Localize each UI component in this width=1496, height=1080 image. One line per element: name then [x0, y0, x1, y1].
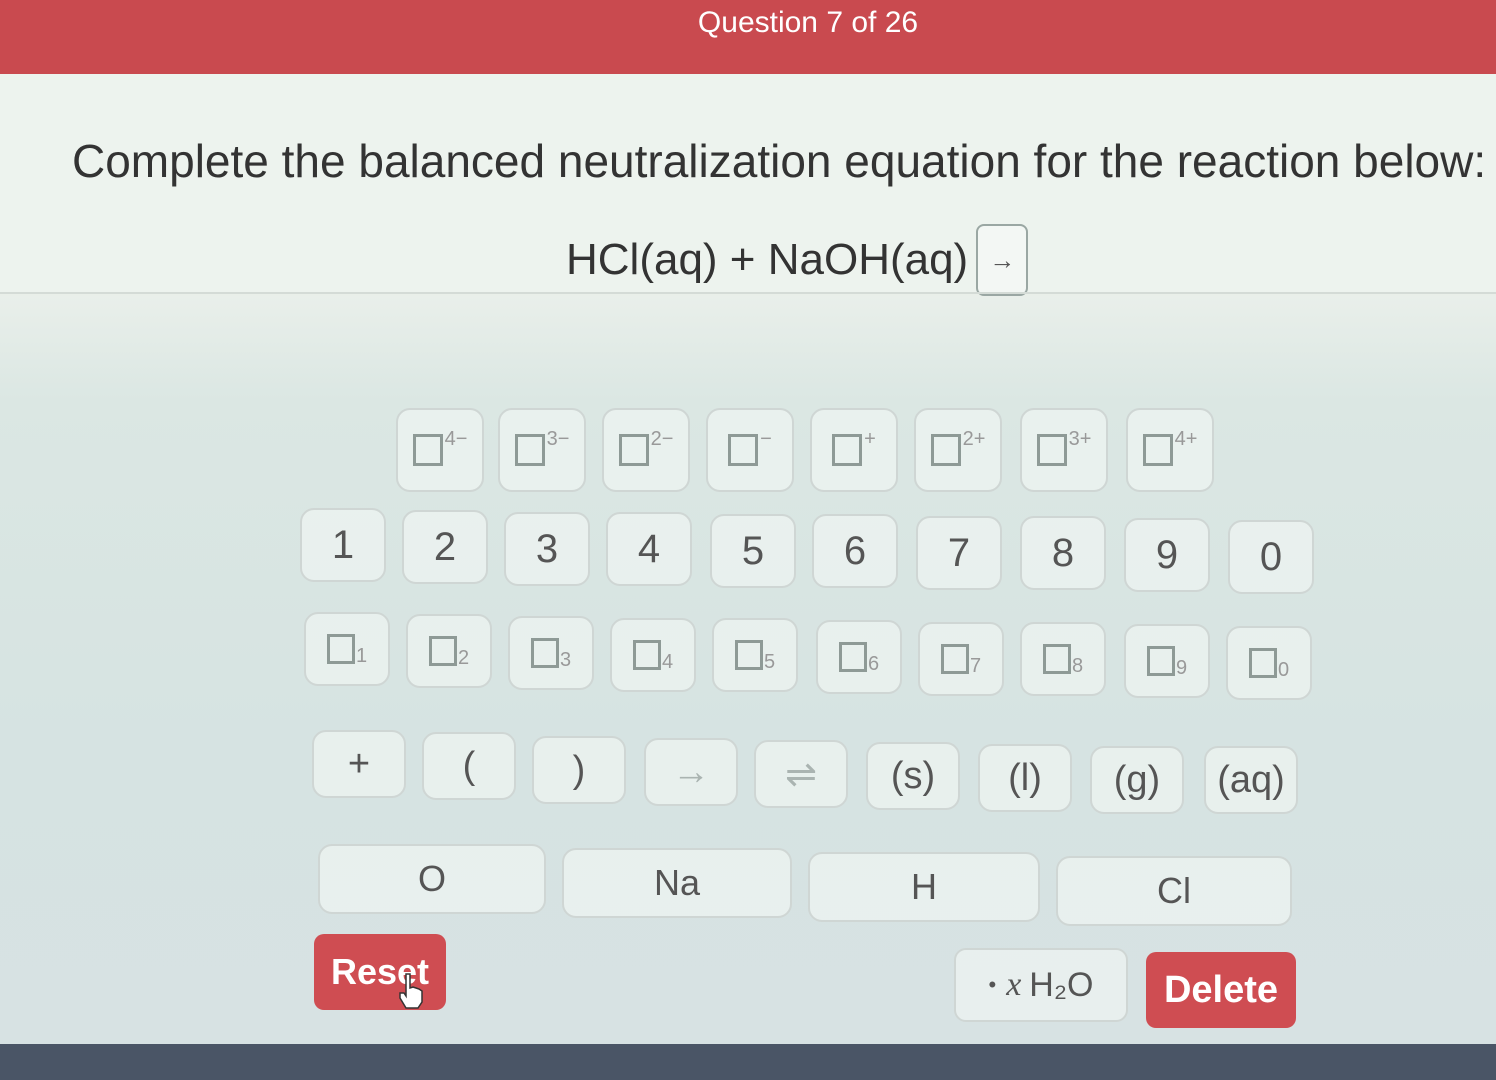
- subscript-key-2[interactable]: 2: [406, 614, 492, 688]
- state-liquid-key[interactable]: (l): [978, 744, 1072, 812]
- number-key-5[interactable]: 5: [710, 514, 796, 588]
- plus-key[interactable]: +: [312, 730, 406, 798]
- close-paren-key[interactable]: ): [532, 736, 626, 804]
- subscript-key-7[interactable]: 7: [918, 622, 1004, 696]
- question-counter: Question 7 of 26: [697, 6, 919, 39]
- charge-key-minus[interactable]: −: [706, 408, 794, 492]
- divider: [0, 292, 1496, 294]
- charge-key-4minus[interactable]: 4−: [396, 408, 484, 492]
- subscript-key-3[interactable]: 3: [508, 616, 594, 690]
- subscript-key-1[interactable]: 1: [304, 612, 390, 686]
- placeholder-square-icon: [632, 640, 661, 670]
- reset-button[interactable]: Reset: [314, 934, 446, 1010]
- question-area: Complete the balanced neutralization equ…: [0, 74, 1496, 296]
- placeholder-square-icon: [734, 640, 763, 670]
- subscript-key-0[interactable]: 0: [1226, 626, 1312, 700]
- subscript-key-6[interactable]: 6: [816, 620, 902, 694]
- placeholder-square-icon: [1248, 648, 1277, 678]
- hydrate-x: x: [1006, 966, 1022, 1003]
- placeholder-square-icon: [728, 434, 759, 466]
- taskbar: [0, 1044, 1496, 1080]
- open-paren-key[interactable]: (: [422, 732, 516, 800]
- placeholder-square-icon: [930, 434, 961, 466]
- state-solid-key[interactable]: (s): [866, 742, 960, 810]
- number-key-8[interactable]: 8: [1020, 516, 1106, 590]
- charge-key-2plus[interactable]: 2+: [914, 408, 1002, 492]
- placeholder-square-icon: [1142, 434, 1173, 466]
- reaction-arrow-key[interactable]: →: [644, 738, 738, 806]
- number-key-9[interactable]: 9: [1124, 518, 1210, 592]
- delete-button[interactable]: Delete: [1146, 952, 1296, 1028]
- number-key-6[interactable]: 6: [812, 514, 898, 588]
- subscript-key-9[interactable]: 9: [1124, 624, 1210, 698]
- equilibrium-arrow-key[interactable]: ⇌: [754, 740, 848, 808]
- number-key-3[interactable]: 3: [504, 512, 590, 586]
- hydrate-dot: •: [988, 972, 997, 997]
- element-key-H[interactable]: H: [808, 852, 1040, 922]
- subscript-key-8[interactable]: 8: [1020, 622, 1106, 696]
- number-key-2[interactable]: 2: [402, 510, 488, 584]
- placeholder-square-icon: [1036, 434, 1067, 466]
- answer-input[interactable]: →: [976, 224, 1029, 296]
- reaction-arrow-icon: →: [989, 244, 1016, 275]
- placeholder-square-icon: [412, 434, 443, 466]
- placeholder-square-icon: [530, 638, 559, 668]
- subscript-key-4[interactable]: 4: [610, 618, 696, 692]
- charge-key-3plus[interactable]: 3+: [1020, 408, 1108, 492]
- placeholder-square-icon: [514, 434, 545, 466]
- element-key-Na[interactable]: Na: [562, 848, 792, 918]
- number-key-1[interactable]: 1: [300, 508, 386, 582]
- number-key-4[interactable]: 4: [606, 512, 692, 586]
- placeholder-square-icon: [940, 644, 969, 674]
- state-gas-key[interactable]: (g): [1090, 746, 1184, 814]
- hand-cursor-icon: [399, 973, 423, 1009]
- state-aqueous-key[interactable]: (aq): [1204, 746, 1298, 814]
- placeholder-square-icon: [1042, 644, 1071, 674]
- element-key-O[interactable]: O: [318, 844, 546, 914]
- placeholder-square-icon: [326, 634, 355, 664]
- question-prompt: Complete the balanced neutralization equ…: [72, 135, 1487, 187]
- equation-row: HCl(aq) + NaOH(aq) →: [566, 224, 1029, 296]
- placeholder-square-icon: [832, 434, 863, 466]
- number-key-0[interactable]: 0: [1228, 520, 1314, 594]
- number-key-7[interactable]: 7: [916, 516, 1002, 590]
- placeholder-square-icon: [1146, 646, 1175, 676]
- reaction-equation: HCl(aq) + NaOH(aq): [566, 235, 969, 284]
- subscript-key-5[interactable]: 5: [712, 618, 798, 692]
- charge-key-plus[interactable]: +: [810, 408, 898, 492]
- element-key-Cl[interactable]: Cl: [1056, 856, 1292, 926]
- charge-key-2minus[interactable]: 2−: [602, 408, 690, 492]
- placeholder-square-icon: [428, 636, 457, 666]
- charge-key-4plus[interactable]: 4+: [1126, 408, 1214, 492]
- hydrate-water-button[interactable]: • x H₂O: [954, 948, 1128, 1022]
- placeholder-square-icon: [838, 642, 867, 672]
- hydrate-formula: H₂O: [1029, 965, 1094, 1004]
- charge-key-3minus[interactable]: 3−: [498, 408, 586, 492]
- header-bar: Question 7 of 26: [0, 0, 1496, 74]
- placeholder-square-icon: [618, 434, 649, 466]
